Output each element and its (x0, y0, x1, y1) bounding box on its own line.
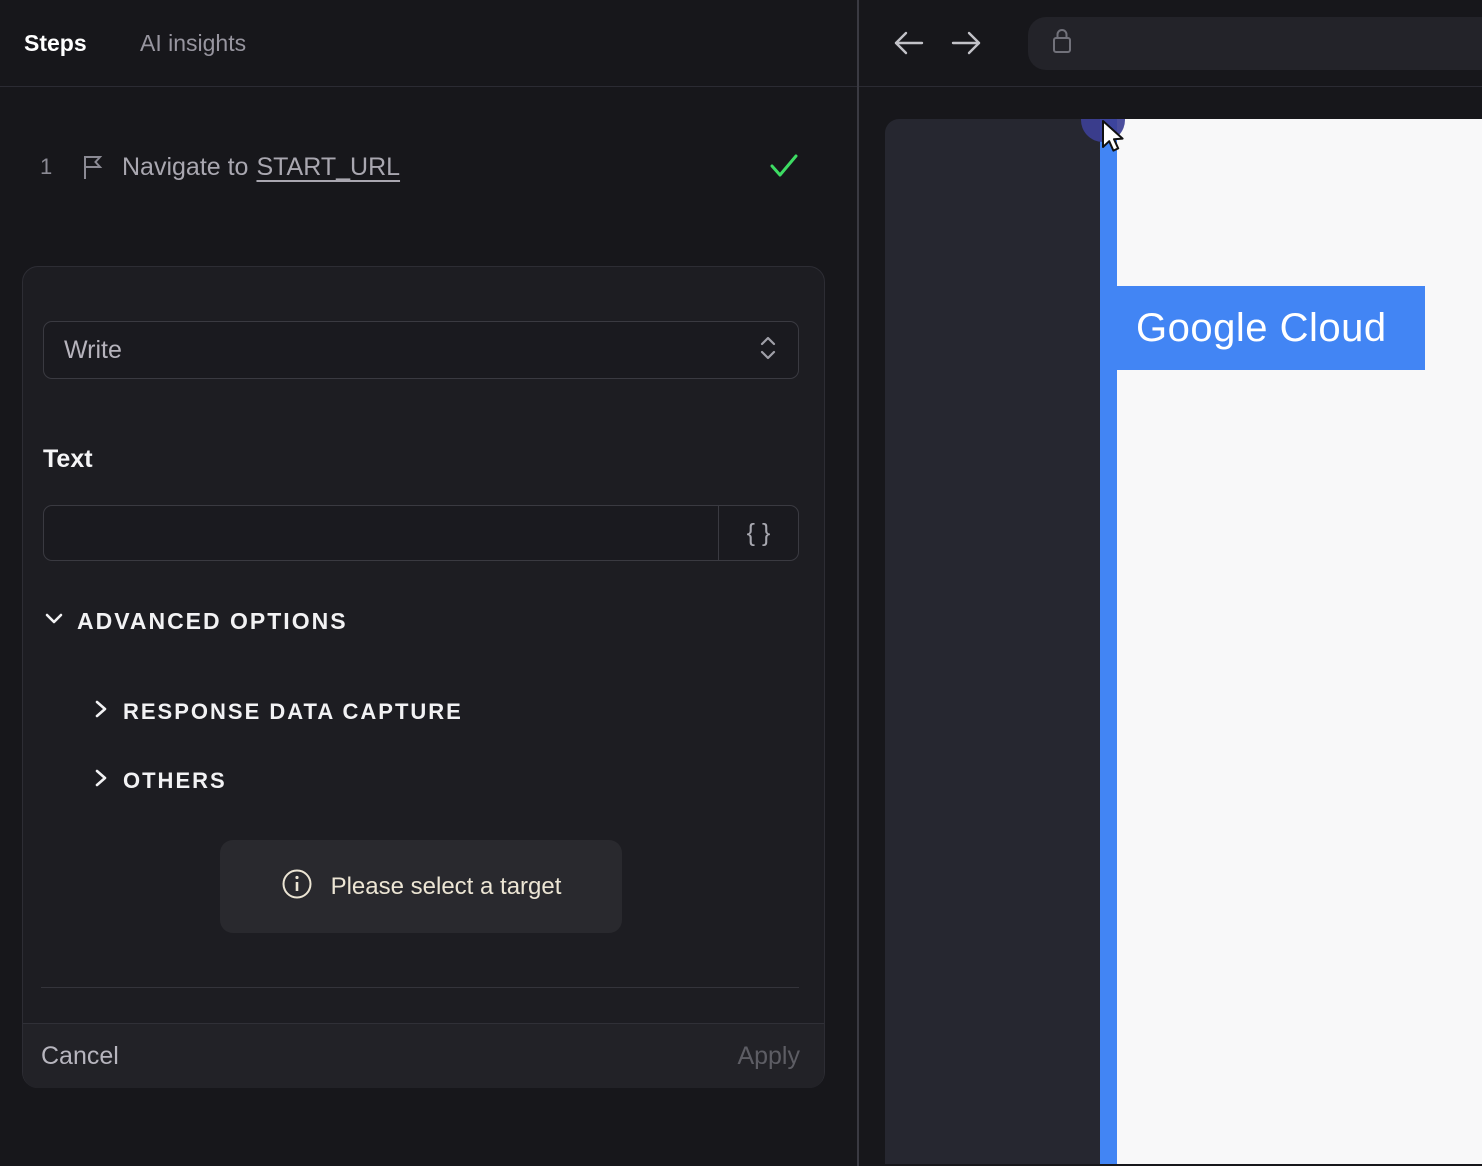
apply-button[interactable]: Apply (737, 1024, 800, 1089)
step-editor-card: Write Text { } ADVANCED OPTIONS RESPONSE… (22, 266, 825, 1088)
topbar-divider (0, 86, 1482, 87)
others-toggle[interactable]: OTHERS (91, 767, 227, 795)
footer-divider (41, 987, 799, 988)
select-chevrons-icon (758, 335, 778, 366)
action-type-select[interactable]: Write (43, 321, 799, 379)
chevron-right-icon (91, 767, 111, 795)
text-input[interactable] (44, 506, 718, 560)
browser-back-button[interactable] (892, 28, 926, 58)
action-type-value: Write (64, 335, 122, 364)
select-target-notice: Please select a target (220, 840, 622, 933)
step-target-link[interactable]: START_URL (256, 153, 400, 182)
notice-text: Please select a target (330, 872, 562, 900)
chevron-right-icon (91, 698, 111, 726)
info-icon (281, 868, 313, 905)
step-row[interactable]: 1 Navigate to START_URL (0, 140, 857, 194)
lock-icon (1050, 26, 1074, 61)
tab-steps[interactable]: Steps (24, 0, 87, 86)
success-check-icon (768, 152, 800, 185)
cancel-button[interactable]: Cancel (41, 1024, 119, 1089)
browser-viewport[interactable]: Google Cloud (885, 119, 1482, 1164)
page-content-area[interactable] (1117, 119, 1482, 1164)
mouse-cursor-icon (1101, 120, 1135, 163)
response-data-capture-toggle[interactable]: RESPONSE DATA CAPTURE (91, 698, 463, 726)
step-label: Navigate to START_URL (122, 140, 400, 194)
address-bar[interactable] (1028, 17, 1482, 70)
tab-ai-insights[interactable]: AI insights (140, 0, 246, 86)
panel-divider (857, 0, 859, 1166)
step-number: 1 (40, 154, 53, 179)
app-window: Steps AI insights 1 Navigate to START_UR… (0, 0, 1482, 1166)
google-cloud-banner-text: Google Cloud (1136, 305, 1387, 350)
response-data-capture-label: RESPONSE DATA CAPTURE (123, 699, 463, 724)
browser-forward-button[interactable] (949, 28, 983, 58)
google-cloud-banner[interactable]: Google Cloud (1117, 286, 1425, 370)
editor-footer: Cancel Apply (23, 1023, 824, 1088)
advanced-options-toggle[interactable]: ADVANCED OPTIONS (43, 607, 348, 635)
others-label: OTHERS (123, 768, 227, 793)
flag-icon (80, 153, 106, 186)
highlighted-element-strip (1100, 119, 1117, 1164)
insert-variable-button[interactable]: { } (718, 506, 798, 560)
text-input-group: { } (43, 505, 799, 561)
chevron-down-icon (43, 607, 65, 635)
advanced-options-label: ADVANCED OPTIONS (77, 607, 348, 634)
step-action-text: Navigate to (122, 152, 249, 181)
text-field-label: Text (43, 445, 93, 473)
